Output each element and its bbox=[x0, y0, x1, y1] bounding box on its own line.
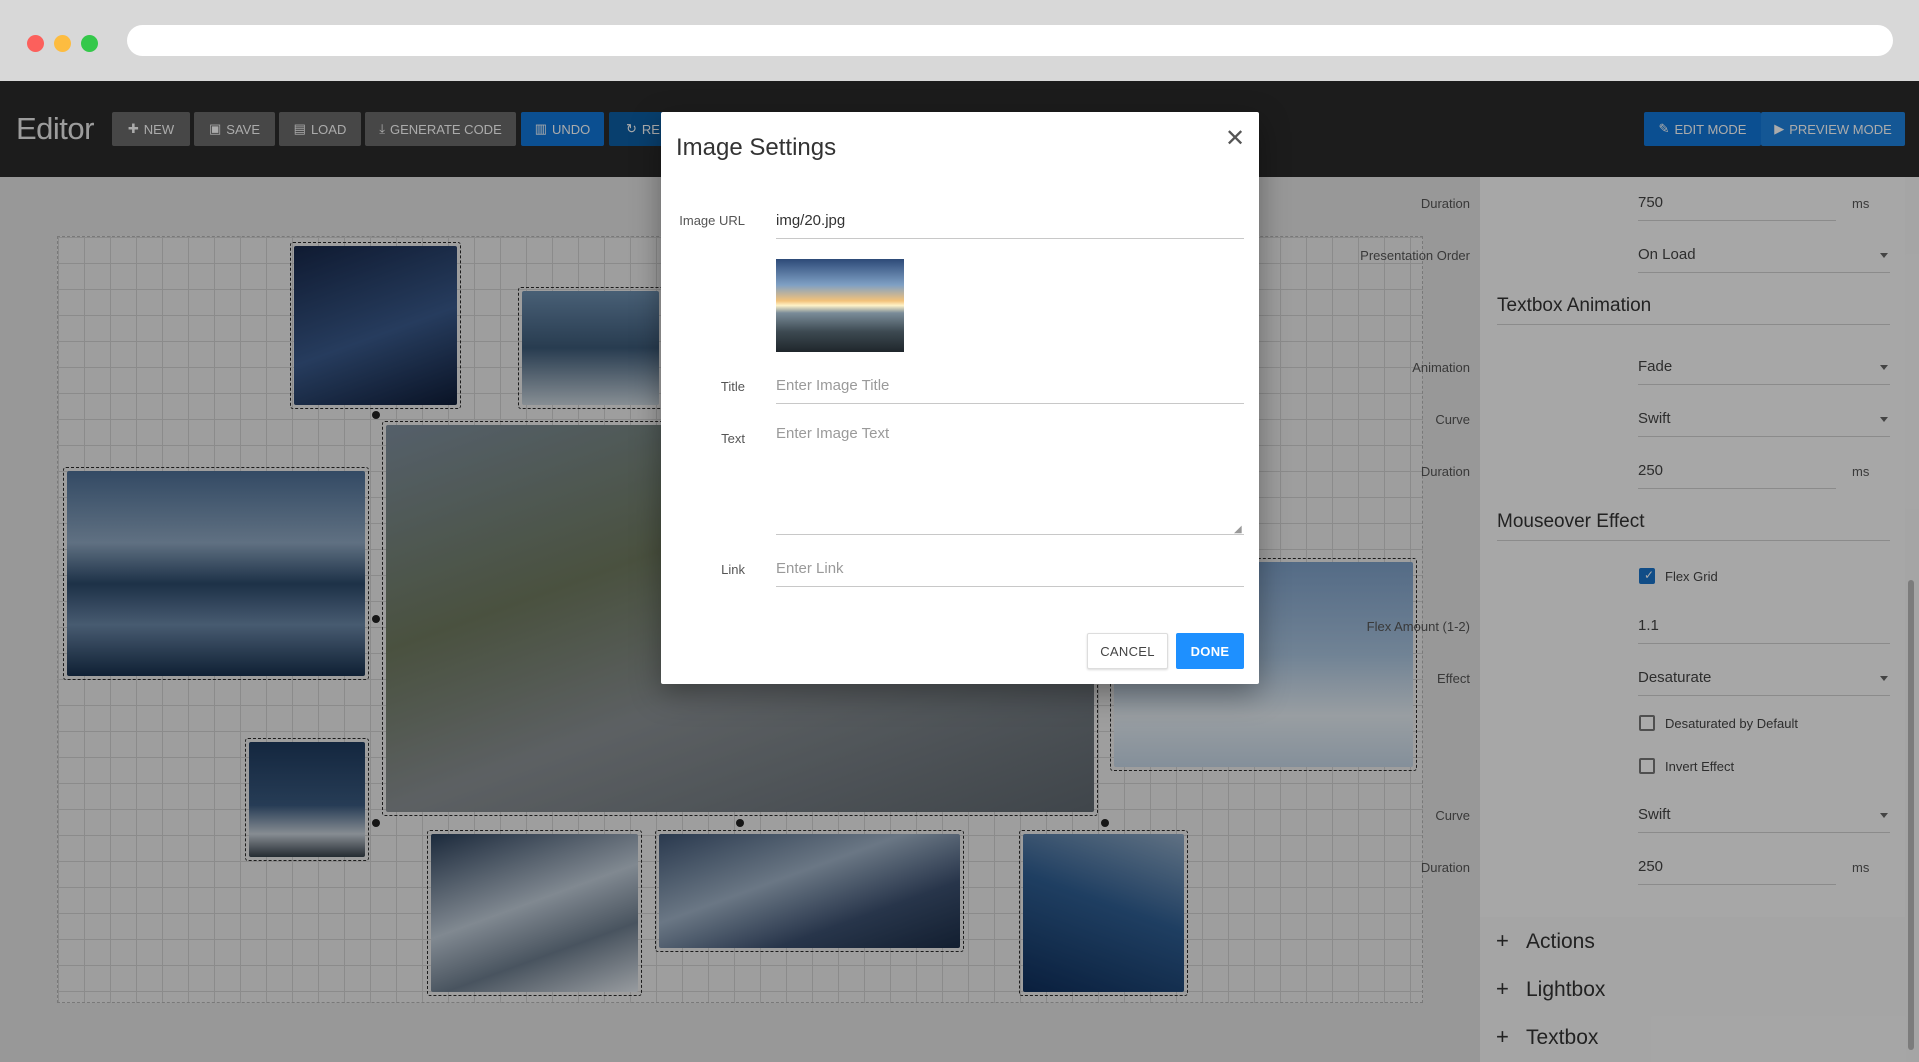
link-input[interactable]: Enter Link bbox=[776, 560, 844, 577]
image-preview bbox=[776, 259, 904, 352]
image-url-input[interactable]: img/20.jpg bbox=[776, 212, 845, 229]
maximize-window-dot[interactable] bbox=[81, 35, 98, 52]
input-underline bbox=[776, 238, 1244, 239]
input-underline bbox=[776, 403, 1244, 404]
done-button[interactable]: DONE bbox=[1176, 633, 1244, 669]
title-label: Title bbox=[720, 379, 745, 394]
text-textarea[interactable]: Enter Image Text bbox=[776, 425, 889, 442]
close-window-dot[interactable] bbox=[27, 35, 44, 52]
link-label: Link bbox=[721, 562, 745, 577]
minimize-window-dot[interactable] bbox=[54, 35, 71, 52]
title-input[interactable]: Enter Image Title bbox=[776, 377, 889, 394]
image-settings-dialog bbox=[661, 112, 1259, 684]
input-underline bbox=[776, 534, 1244, 535]
address-bar[interactable] bbox=[127, 25, 1893, 56]
image-url-label: Image URL bbox=[679, 213, 745, 228]
input-underline bbox=[776, 586, 1244, 587]
cancel-button[interactable]: CANCEL bbox=[1087, 633, 1168, 669]
text-label: Text bbox=[721, 431, 745, 446]
dialog-title: Image Settings bbox=[676, 134, 837, 161]
close-icon[interactable]: ✕ bbox=[1225, 126, 1245, 152]
resize-grip-icon[interactable]: ◢ bbox=[1234, 524, 1242, 535]
